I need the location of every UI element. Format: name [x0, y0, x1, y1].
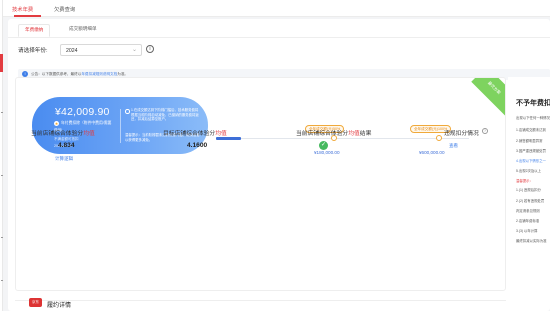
rule-line: 2.(2) 若有违规处罚 [516, 199, 545, 203]
top-header: 技术年费 欠费查询 [3, 0, 550, 17]
rule-line: 3.因严重违规被处罚 [516, 149, 546, 153]
metric-title-text: 目标店铺综合体验分 [163, 131, 216, 137]
rule-line: 温馨提示： [516, 179, 533, 183]
section-divider [15, 300, 506, 301]
metric-title-highlight: 均值 [83, 131, 95, 137]
metric-title: 目标店铺综合体验分均值 [163, 128, 227, 137]
rule-line: 2.销售额明显异常 [516, 139, 543, 143]
rule-line: 5.出现2次及以上 [516, 169, 542, 173]
rule-line: 出现以下任何一种情况 [516, 116, 550, 120]
fee-overview-card: 最优方案 ¥42,009.90 ★ 年付费扣除（附件中费用/需要 缴纳) 不满金… [15, 77, 506, 291]
view-violations-link[interactable]: 查看 [449, 143, 458, 149]
tier-marker-dot [436, 135, 442, 141]
tab-tech-fee[interactable]: 技术年费 [12, 5, 33, 13]
star-icon: ★ [54, 121, 59, 126]
fee-desc-line1: 年付费扣除（附件中费用/需要 [61, 121, 112, 125]
section-title: 履约详情 [47, 303, 72, 309]
sidebar-active-indicator [0, 54, 3, 72]
calc-logic-link[interactable]: 计算逻辑 [55, 156, 73, 162]
card-divider [120, 109, 121, 143]
sidebar-tick [1, 112, 3, 113]
rule-line: 3.(3) 以年计算 [516, 229, 538, 233]
sidebar-tick [1, 175, 3, 176]
notice-suffix: 为准。 [117, 72, 129, 76]
info-icon[interactable]: i [146, 45, 154, 53]
metric-title-highlight: 均值 [215, 131, 227, 137]
subtab-turnover-detail[interactable]: 成交额明细单 [63, 24, 103, 37]
year-select-label: 请选择年份: [18, 48, 48, 54]
metric-title: 当前店铺综合体验分均值结果 [296, 128, 371, 137]
metric-value: 4.1600 [187, 142, 208, 149]
progress-fill [216, 137, 241, 140]
notice-prefix: 公告：以下数据供参考，最终以 [31, 72, 82, 76]
tier-marker-value: ¥600,000.00 [419, 150, 445, 155]
sidebar-tick [1, 280, 3, 281]
rule-line: 2.店铺年费标准 [516, 219, 540, 223]
subtab-annual-fee[interactable]: 年费缴纳 [18, 24, 51, 37]
metric-value: 4.834 [58, 142, 75, 149]
chevron-down-icon: ⌄ [131, 47, 137, 53]
help-icon[interactable]: ? [482, 128, 488, 134]
metric-title-highlight: 均值 [348, 131, 360, 137]
tip-icon [125, 109, 130, 114]
metric-title: 违规扣分情况 [444, 128, 479, 137]
notice-link[interactable]: 年费扣减规则说明文档 [81, 72, 117, 76]
tier-marker-value: ¥180,000.00 [314, 150, 340, 155]
metric-title-text: 当前店铺综合体验分 [31, 131, 84, 137]
sidebar-tick [1, 237, 3, 238]
metric-title: 当前店铺综合体验分均值 [31, 128, 95, 137]
fee-amount: ¥42,009.90 [55, 106, 110, 118]
progress-track [216, 138, 469, 139]
jd-logo-icon: 京东 [29, 298, 42, 307]
check-icon: ✓ [319, 141, 328, 150]
rule-line: 1.(1) 违规后扣分 [516, 188, 541, 192]
rules-title: 不予年费扣减 [516, 100, 550, 107]
rule-line: 4.出现以下情形之一 [516, 159, 546, 163]
rule-line: 判定请参见规则 [516, 209, 540, 213]
sub-tab-bar: 年费缴纳 成交额明细单 [8, 19, 550, 38]
rule-line: 最终扣减以实际为准 [516, 239, 547, 243]
left-sidebar [0, 0, 3, 311]
rules-panel: 不予年费扣减 出现以下任何一种情况 1.店铺成交额未达到 2.销售额明显异常 3.因严… [508, 77, 550, 291]
year-select[interactable]: 2024 ⌄ [60, 44, 142, 56]
active-tab-underline [14, 15, 41, 17]
tab-arrears-query[interactable]: 欠费查询 [54, 5, 75, 13]
metric-title-text: 当前店铺综合体验分 [296, 131, 349, 137]
rule-line: 1.店铺成交额未达到 [516, 128, 546, 132]
year-select-value: 2024 [66, 47, 78, 54]
fee-tip: 1.在成交额达到下阶梯门槛后，技术服务费将根据当前阶梯自动减免，已缴纳的服务费将… [131, 108, 199, 122]
metric-title-text: 违规扣分情况 [444, 131, 479, 137]
metric-title-suffix: 结果 [359, 131, 372, 137]
